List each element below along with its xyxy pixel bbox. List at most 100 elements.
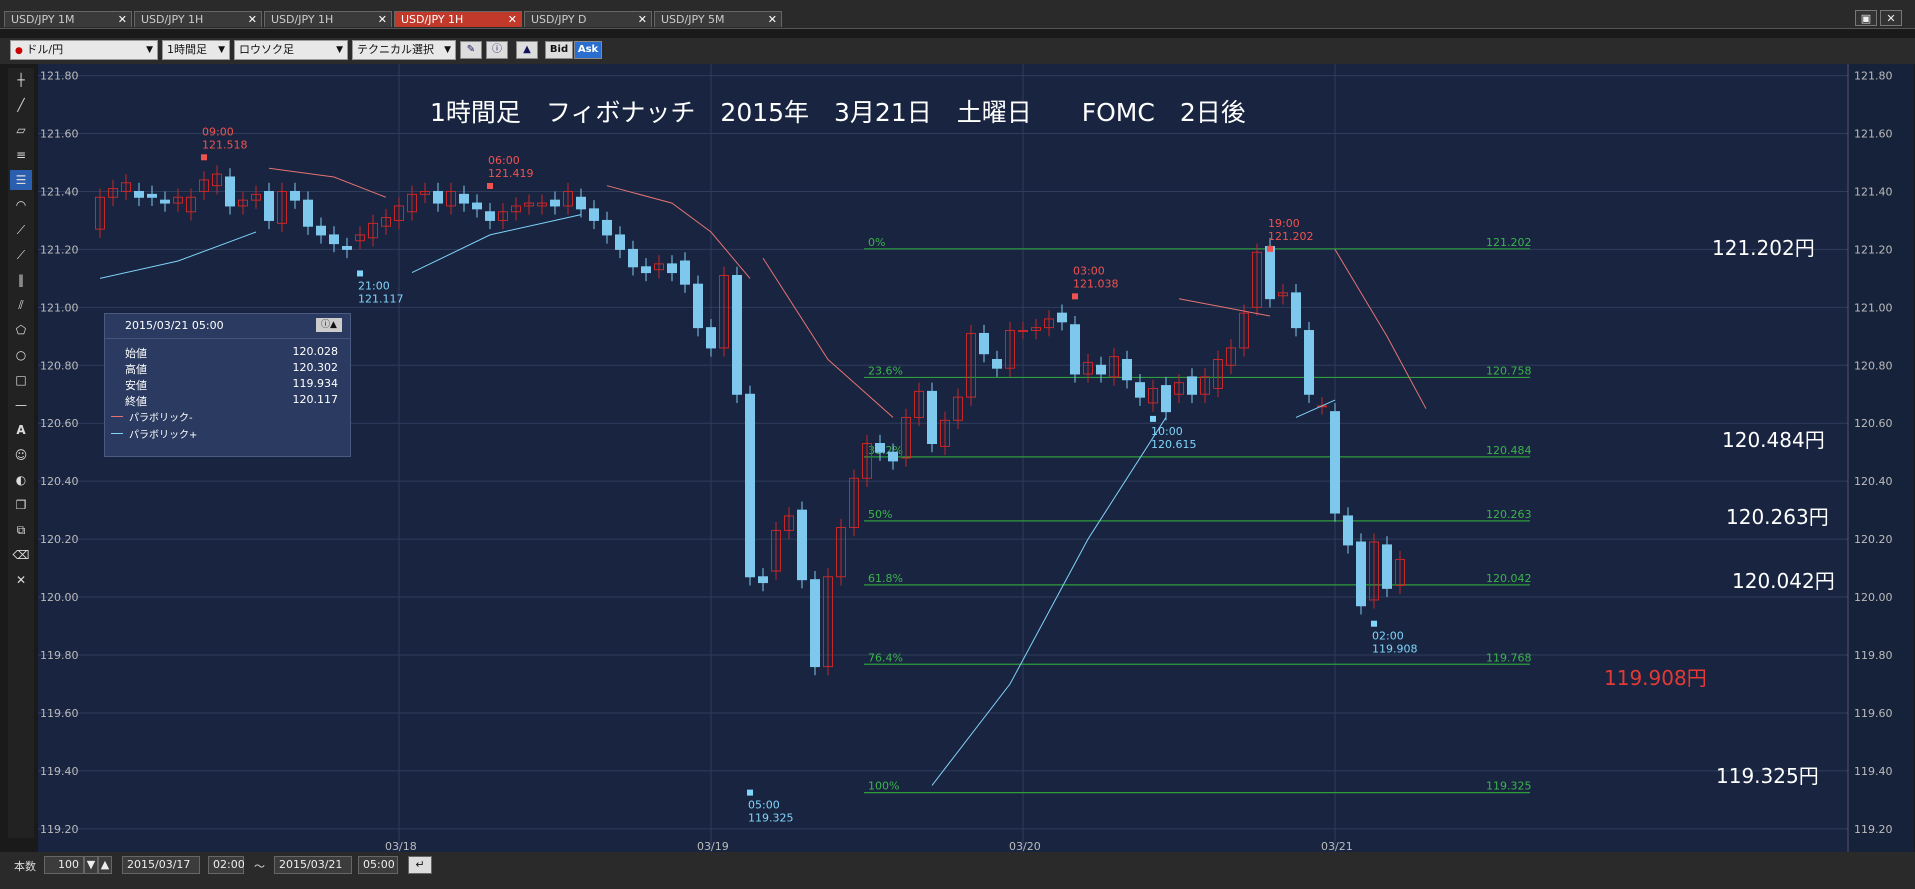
candle-body <box>797 509 807 581</box>
fib-level-pct: 23.6% <box>868 364 903 377</box>
smiley-icon[interactable]: ☺ <box>10 445 32 465</box>
end-date-input[interactable]: 2015/03/21 <box>274 856 352 874</box>
ohlc-value: 120.117 <box>292 393 339 406</box>
marker-time: 05:00 <box>748 799 780 812</box>
candle-body <box>693 283 703 329</box>
volume-button[interactable]: ▲ <box>516 41 538 59</box>
y-tick-label-left: 120.20 <box>40 533 79 546</box>
candle-body <box>589 208 599 221</box>
duplicate-icon[interactable]: ⧉ <box>10 520 32 540</box>
start-date-input[interactable]: 2015/03/17 <box>122 856 200 874</box>
currency-pair-select[interactable]: ● ドル/円 ▼ <box>10 40 158 60</box>
marker-time: 03:00 <box>1073 264 1105 277</box>
start-time-input[interactable]: 02:00 <box>208 856 245 874</box>
count-down-button[interactable]: ▼ <box>84 856 98 874</box>
fib-level-value: 120.484 <box>1486 444 1532 457</box>
crosshair-icon[interactable]: ┼ <box>10 70 32 90</box>
info-button[interactable]: ⓘ <box>486 41 508 59</box>
candle-body <box>225 176 235 207</box>
tab-3[interactable]: USD/JPY 1H ✕ <box>394 11 522 27</box>
channel-icon[interactable]: ⫽ <box>10 295 32 315</box>
y-tick-label-right: 120.00 <box>1854 591 1893 604</box>
circle-icon[interactable]: ○ <box>10 345 32 365</box>
marker-time: 21:00 <box>358 279 390 292</box>
info-panel-datetime: 2015/03/21 05:00 <box>125 319 224 332</box>
ohlc-row: 高値 120.302 <box>105 361 350 377</box>
technical-select[interactable]: テクニカル選択 ▼ <box>352 40 456 60</box>
y-tick-label-right: 120.40 <box>1854 475 1893 488</box>
close-tab-icon[interactable]: ✕ <box>248 12 257 28</box>
restore-window-button[interactable]: ▣ <box>1855 10 1877 26</box>
tab-label: USD/JPY D <box>531 13 587 26</box>
fib-level-value: 121.202 <box>1486 236 1532 249</box>
plot-area <box>38 64 1848 852</box>
text-icon[interactable]: A <box>10 420 32 440</box>
fib-fan-icon[interactable]: ⟋ <box>10 220 32 240</box>
gann-fan-icon[interactable]: ⟋ <box>10 245 32 265</box>
ruler-icon[interactable]: ▱ <box>10 120 32 140</box>
timeframe-value: 1時間足 <box>167 43 207 56</box>
marker-price: 121.038 <box>1073 277 1119 290</box>
y-tick-label-left: 120.60 <box>40 417 79 430</box>
rectangle-icon[interactable]: □ <box>10 370 32 390</box>
bid-button[interactable]: Bid <box>545 41 573 59</box>
polygon-icon[interactable]: ⬠ <box>10 320 32 340</box>
fibonacci-retracement-icon[interactable]: ☰ <box>10 170 32 190</box>
tab-4[interactable]: USD/JPY D ✕ <box>524 11 652 27</box>
ask-button[interactable]: Ask <box>574 41 602 59</box>
y-tick-label-right: 120.20 <box>1854 533 1893 546</box>
y-tick-label-right: 119.60 <box>1854 707 1893 720</box>
candle-body <box>290 190 300 201</box>
y-tick-label-right: 121.40 <box>1854 185 1893 198</box>
marker-price: 121.518 <box>202 138 248 151</box>
marker-dot <box>1072 293 1078 300</box>
candle-body <box>342 246 352 250</box>
close-tab-icon[interactable]: ✕ <box>638 12 647 28</box>
fib-time-zone-icon[interactable]: ‖ <box>10 270 32 290</box>
tab-5[interactable]: USD/JPY 5M ✕ <box>654 11 782 27</box>
line-icon[interactable]: — <box>10 395 32 415</box>
info-panel-header: 2015/03/21 05:00 ⓘ▲ <box>105 314 350 339</box>
end-time-input[interactable]: 05:00 <box>358 856 398 874</box>
erase-all-icon[interactable]: ✕ <box>10 570 32 590</box>
copy-icon[interactable]: ❐ <box>10 495 32 515</box>
tab-bar: USD/JPY 1M ✕ USD/JPY 1H ✕ USD/JPY 1H ✕ USD/JPY… <box>0 0 1915 29</box>
tab-0[interactable]: USD/JPY 1M ✕ <box>4 11 132 27</box>
ohlc-row: 終値 120.117 <box>105 393 350 409</box>
y-tick-label-right: 121.60 <box>1854 128 1893 141</box>
close-tab-icon[interactable]: ✕ <box>378 12 387 28</box>
tab-2[interactable]: USD/JPY 1H ✕ <box>264 11 392 27</box>
chart-type-select[interactable]: ロウソク足 ▼ <box>234 40 348 60</box>
candle-body <box>875 443 885 453</box>
close-window-button[interactable]: ✕ <box>1880 10 1902 26</box>
timeframe-select[interactable]: 1時間足 ▼ <box>162 40 230 60</box>
y-tick-label-right: 121.20 <box>1854 243 1893 256</box>
candlestick-chart[interactable]: 121.80 121.80 121.60 121.60 121.40 121.40 121.… <box>38 64 1914 852</box>
annotation-120-042: 120.042円 <box>1732 569 1835 593</box>
count-label: 本数 <box>14 860 36 873</box>
close-tab-icon[interactable]: ✕ <box>118 12 127 28</box>
trendline-icon[interactable]: ╱ <box>10 95 32 115</box>
eraser-icon[interactable]: ⌫ <box>10 545 32 565</box>
flag-icon: ● <box>15 46 23 56</box>
draw-pen-button[interactable]: ✎ <box>460 41 482 59</box>
close-tab-icon[interactable]: ✕ <box>508 12 517 28</box>
horizontal-lines-icon[interactable]: ≡ <box>10 145 32 165</box>
info-panel-collapse-button[interactable]: ⓘ▲ <box>316 318 342 332</box>
marker-dot <box>357 270 363 277</box>
info-icon: ⓘ <box>492 44 502 55</box>
count-up-button[interactable]: ▲ <box>98 856 112 874</box>
close-tab-icon[interactable]: ✕ <box>768 12 777 28</box>
candle-body <box>992 359 1002 369</box>
tab-1[interactable]: USD/JPY 1H ✕ <box>134 11 262 27</box>
candle-body <box>485 211 495 221</box>
annotation-119-325: 119.325円 <box>1716 764 1819 788</box>
color-icon[interactable]: ◐ <box>10 470 32 490</box>
apply-range-button[interactable]: ↵ <box>408 856 432 874</box>
fib-level-pct: 76.4% <box>868 651 903 664</box>
candle-body <box>888 451 898 462</box>
count-input[interactable]: 100 <box>44 856 84 874</box>
fib-arc-icon[interactable]: ◠ <box>10 195 32 215</box>
candle-body <box>1343 515 1353 546</box>
candle-body <box>979 332 989 355</box>
